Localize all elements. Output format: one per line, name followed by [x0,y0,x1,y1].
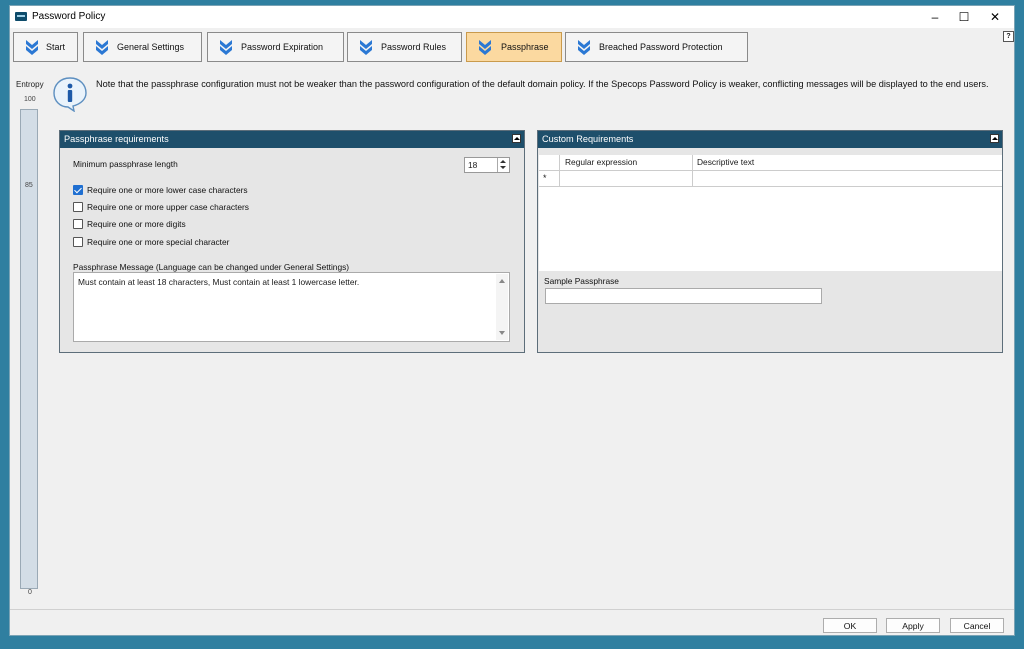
panel-header: Custom Requirements [538,131,1002,148]
apply-button[interactable]: Apply [886,618,940,633]
special-char-label: Require one or more special character [87,237,230,247]
collapse-button[interactable] [990,134,999,143]
min-length-stepper[interactable]: 18 [464,157,510,173]
password-policy-window: Password Policy – ☐ ✕ ? Start General Se… [9,5,1015,636]
chevron-down-icon [220,40,232,55]
message-value: Must contain at least 18 characters, Mus… [78,277,360,287]
title-bar: Password Policy – ☐ ✕ [10,6,1014,28]
tab-label: Breached Password Protection [599,42,723,52]
tab-general-settings[interactable]: General Settings [83,32,202,62]
dialog-button-bar: OK Apply Cancel [10,609,1014,635]
passphrase-requirements-panel: Passphrase requirements Minimum passphra… [59,130,525,353]
cancel-button[interactable]: Cancel [950,618,1004,633]
info-icon [53,77,87,112]
maximize-button[interactable]: ☐ [949,7,979,27]
table-row[interactable]: * [539,170,1002,187]
column-header-description: Descriptive text [697,157,755,167]
entropy-label: Entropy [16,80,44,89]
custom-requirements-panel: Custom Requirements Regular expression D… [537,130,1003,353]
tab-label: Password Expiration [241,42,324,52]
tab-label: Password Rules [381,42,447,52]
uppercase-checkbox[interactable] [73,202,83,212]
panel-header: Passphrase requirements [60,131,524,148]
digits-label: Require one or more digits [87,219,186,229]
tab-start[interactable]: Start [13,32,78,62]
entropy-meter [20,109,38,589]
tab-label: General Settings [117,42,185,52]
min-length-value: 18 [468,160,478,170]
close-button[interactable]: ✕ [980,7,1010,27]
policy-note: Note that the passphrase configuration m… [96,79,989,89]
window-title: Password Policy [32,11,106,22]
ok-button[interactable]: OK [823,618,877,633]
passphrase-message-textarea[interactable]: Must contain at least 18 characters, Mus… [73,272,510,342]
custom-requirements-grid[interactable]: Regular expression Descriptive text * [539,155,1002,271]
min-length-label: Minimum passphrase length [73,159,178,169]
column-header-regex: Regular expression [565,157,638,167]
textarea-scrollbar[interactable] [496,274,508,340]
sample-passphrase-label: Sample Passphrase [544,276,619,286]
tab-password-rules[interactable]: Password Rules [347,32,462,62]
tab-password-expiration[interactable]: Password Expiration [207,32,344,62]
chevron-down-icon [578,40,590,55]
chevron-down-icon [26,40,38,55]
sample-passphrase-input[interactable] [545,288,822,304]
chevron-down-icon [96,40,108,55]
chevron-down-icon [360,40,372,55]
message-label: Passphrase Message (Language can be chan… [73,262,350,272]
tab-label: Start [46,42,66,52]
panel-title: Custom Requirements [542,134,634,144]
entropy-current: 85 [25,182,33,189]
grid-header: Regular expression Descriptive text [539,155,1002,171]
digits-checkbox[interactable] [73,219,83,229]
tab-label: Passphrase [501,42,549,52]
chevron-down-icon [479,40,491,55]
uppercase-label: Require one or more upper case character… [87,202,249,212]
panel-title: Passphrase requirements [64,134,169,144]
lowercase-checkbox[interactable] [73,185,83,195]
help-icon[interactable]: ? [1003,31,1014,42]
stepper-buttons[interactable] [497,158,509,172]
app-icon [15,12,27,21]
lowercase-label: Require one or more lower case character… [87,185,248,195]
minimize-button[interactable]: – [920,7,950,27]
entropy-max: 100 [24,96,36,103]
entropy-min: 0 [28,589,32,596]
tab-breached-password-protection[interactable]: Breached Password Protection [565,32,748,62]
special-char-checkbox[interactable] [73,237,83,247]
tab-passphrase[interactable]: Passphrase [466,32,562,62]
new-row-marker: * [543,173,547,183]
collapse-button[interactable] [512,134,521,143]
